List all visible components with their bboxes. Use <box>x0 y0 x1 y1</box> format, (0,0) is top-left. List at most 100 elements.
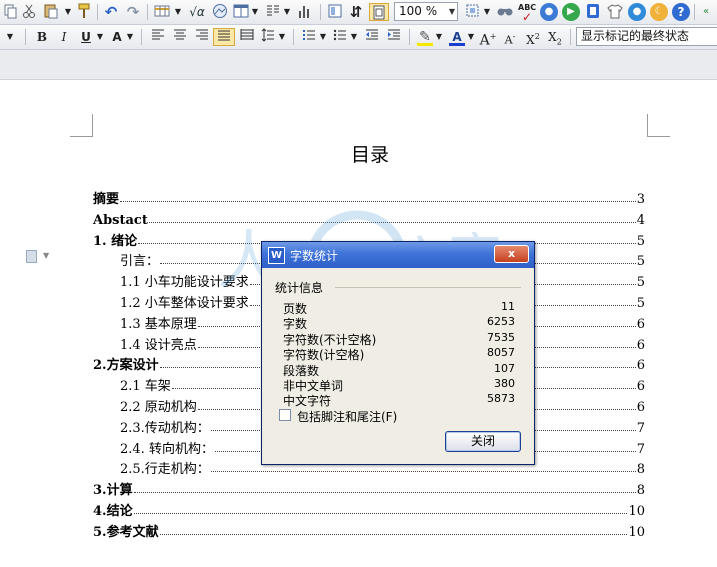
justify-icon[interactable] <box>213 28 235 46</box>
numbering-icon[interactable] <box>300 28 318 46</box>
font-size-dropdown-icon[interactable]: ▼ <box>3 28 17 46</box>
format-painter-icon[interactable] <box>75 3 93 21</box>
font-color-glyph: A <box>452 30 462 44</box>
zoom-dropdown-icon[interactable]: ▼ <box>483 3 491 21</box>
line-spacing-dropdown-icon[interactable]: ▼ <box>278 28 286 46</box>
toc-entry-text: 引言： <box>120 254 160 270</box>
char-scale-button[interactable]: A <box>108 28 126 46</box>
columns-dropdown-icon[interactable]: ▼ <box>283 3 291 21</box>
document-side-icon[interactable] <box>26 250 37 263</box>
decrease-indent-icon[interactable] <box>362 28 382 46</box>
distribute-icon[interactable] <box>237 28 257 46</box>
formula-icon[interactable]: √α <box>186 3 208 21</box>
copy-icon[interactable] <box>3 3 19 21</box>
include-footnotes-checkbox[interactable] <box>279 409 291 421</box>
superscript-mark: 2 <box>534 32 540 41</box>
shrink-font-glyph: A <box>504 33 513 47</box>
line-spacing-icon[interactable] <box>259 28 277 46</box>
separator <box>147 4 148 20</box>
toc-page-number: 5 <box>636 296 645 311</box>
close-icon[interactable]: x <box>494 245 529 263</box>
char-scale-dropdown-icon[interactable]: ▼ <box>126 28 134 46</box>
zoom-select-icon[interactable] <box>464 3 482 21</box>
standard-toolbar: ▼ ↶ ↷ ▼ √α ▼ ▼ ⇵ 100 % ▼ ▼ ABC ✓ ● ▶ ● ☾… <box>0 0 717 25</box>
tshirt-icon[interactable] <box>606 3 624 21</box>
subscript-button[interactable]: X2 <box>545 28 565 46</box>
table-style-dropdown-icon[interactable]: ▼ <box>251 3 259 21</box>
undo-icon[interactable]: ↶ <box>102 3 120 21</box>
format-toolbar: ▼ B I U ▼ A ▼ ▼ ▼ ▼ ✎ ▼ A ▼ A+ A- X2 X2 … <box>0 25 717 50</box>
more-tools-icon[interactable]: « <box>699 3 713 21</box>
toc-page-number: 3 <box>636 192 645 207</box>
underline-dropdown-icon[interactable]: ▼ <box>96 28 104 46</box>
moon-icon[interactable]: ☾ <box>650 3 668 21</box>
clipboard-selected-icon[interactable] <box>369 3 389 21</box>
dialog-body: 统计信息 页数 11 字数 6253 字符数(不计空格) 7535 字符数(计空格) 8057… <box>263 268 533 464</box>
find-icon[interactable] <box>496 3 514 21</box>
side-dropdown-icon[interactable]: ▼ <box>43 251 49 260</box>
help-icon[interactable]: ? <box>672 3 690 21</box>
underline-button[interactable]: U <box>76 28 96 46</box>
navigation-icon[interactable] <box>326 3 344 21</box>
include-footnotes-label[interactable]: 包括脚注和尾注(F) <box>297 408 397 425</box>
play-icon[interactable]: ▶ <box>562 3 580 21</box>
chevron-down-icon: ▼ <box>448 7 455 16</box>
track-changes-mode-value: 显示标记的最终状态 <box>581 29 690 43</box>
zoom-combo[interactable]: 100 % ▼ <box>394 2 458 21</box>
cut-icon[interactable] <box>21 3 37 21</box>
toc-entry[interactable]: 5.参考文献 10 <box>93 519 645 540</box>
bullets-dropdown-icon[interactable]: ▼ <box>350 28 358 46</box>
align-center-icon[interactable] <box>170 28 190 46</box>
stat-row: 字符数(不计空格) 7535 <box>283 331 515 347</box>
italic-button[interactable]: I <box>54 28 74 46</box>
toc-entry[interactable]: 摘要 3 <box>93 186 645 207</box>
font-color-dropdown-icon[interactable]: ▼ <box>467 28 475 46</box>
grow-font-button[interactable]: A+ <box>478 28 498 49</box>
separator <box>293 29 294 45</box>
table-icon[interactable] <box>232 3 250 21</box>
font-color-button[interactable]: A <box>447 28 467 46</box>
toc-entry-text: 1.1 小车功能设计要求 <box>120 275 249 291</box>
stat-row: 字数 6253 <box>283 315 515 331</box>
align-right-icon[interactable] <box>192 28 212 46</box>
toc-entry-text: 2.方案设计 <box>93 358 159 374</box>
paste-dropdown-icon[interactable]: ▼ <box>64 3 72 21</box>
toc-entry-text: 2.1 车架 <box>120 379 171 395</box>
redo-icon[interactable]: ↷ <box>124 3 142 21</box>
columns-icon[interactable] <box>264 3 282 21</box>
increase-indent-icon[interactable] <box>384 28 404 46</box>
insert-table-icon[interactable] <box>152 3 172 21</box>
chat-icon[interactable]: ● <box>628 3 646 21</box>
numbering-dropdown-icon[interactable]: ▼ <box>319 28 327 46</box>
table-dropdown-icon[interactable]: ▼ <box>174 3 182 21</box>
paragraph-marks-icon[interactable]: ⇵ <box>347 3 365 21</box>
toc-entry-text: 3.计算 <box>93 483 133 499</box>
superscript-button[interactable]: X2 <box>523 28 543 47</box>
toc-entry-text: 摘要 <box>93 192 120 207</box>
track-changes-mode-combo[interactable]: 显示标记的最终状态 <box>576 27 717 46</box>
image-icon[interactable] <box>210 3 230 21</box>
toc-entry[interactable]: Abstact 4 <box>93 207 645 228</box>
highlight-icon[interactable]: ✎ <box>415 28 435 46</box>
spell-check-icon[interactable]: ABC ✓ <box>517 3 537 24</box>
document-icon[interactable] <box>584 3 602 21</box>
toc-entry[interactable]: 4.结论 10 <box>93 498 645 519</box>
toc-leader-dots <box>133 492 636 494</box>
zoom-value: 100 % <box>399 4 438 18</box>
highlight-dropdown-icon[interactable]: ▼ <box>435 28 443 46</box>
toc-entry[interactable]: 3.计算 8 <box>93 477 645 498</box>
bullets-icon[interactable] <box>331 28 349 46</box>
toc-entry-text: 4.结论 <box>93 504 133 519</box>
toc-page-number: 7 <box>636 441 645 457</box>
align-left-icon[interactable] <box>148 28 168 46</box>
dialog-titlebar[interactable]: W 字数统计 x <box>262 242 534 268</box>
stat-row: 中文字符 5873 <box>283 392 515 409</box>
bold-button[interactable]: B <box>32 28 52 46</box>
paste-icon[interactable] <box>40 3 62 21</box>
stat-label: 中文字符 <box>283 394 332 409</box>
toc-entry-text: 2.3.传动机构： <box>120 420 210 436</box>
translate-icon[interactable]: ● <box>540 3 558 21</box>
chart-icon[interactable] <box>295 3 315 21</box>
close-button[interactable]: 关闭 <box>445 431 521 452</box>
shrink-font-button[interactable]: A- <box>500 28 520 47</box>
